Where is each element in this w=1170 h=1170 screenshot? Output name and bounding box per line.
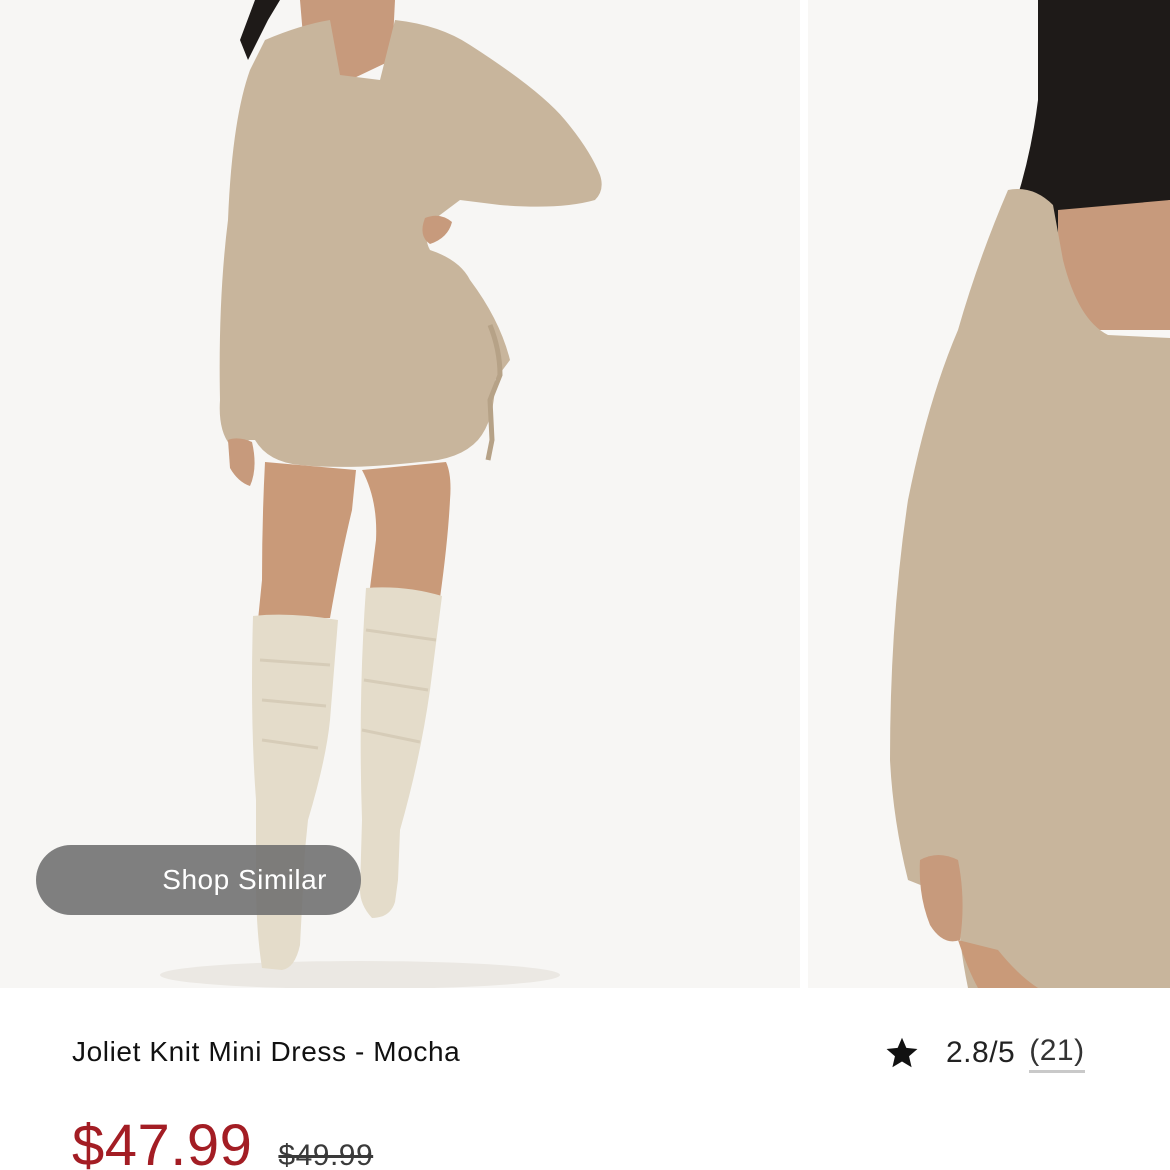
star-icon <box>886 1037 918 1068</box>
product-image-gallery[interactable]: Shop Similar <box>0 0 1170 988</box>
review-count-link[interactable]: (21) <box>1029 1034 1085 1073</box>
model-closeup-illustration <box>808 0 1170 988</box>
shop-similar-button[interactable]: Shop Similar <box>36 845 361 915</box>
product-image-secondary[interactable] <box>808 0 1170 988</box>
product-image-main[interactable] <box>0 0 800 988</box>
product-page: Shop Similar Joliet Knit Mini Dress - Mo… <box>0 0 1170 1170</box>
sale-price: $47.99 <box>72 1113 253 1170</box>
price-row: $47.99 $49.99 <box>72 1112 373 1170</box>
product-title: Joliet Knit Mini Dress - Mocha <box>72 1036 461 1067</box>
model-full-length-illustration <box>0 0 800 988</box>
shop-similar-label: Shop Similar <box>162 864 327 895</box>
original-price: $49.99 <box>278 1139 374 1170</box>
product-rating[interactable]: 2.8/5 (21) <box>884 1030 1085 1076</box>
rating-score: 2.8/5 <box>946 1036 1016 1069</box>
